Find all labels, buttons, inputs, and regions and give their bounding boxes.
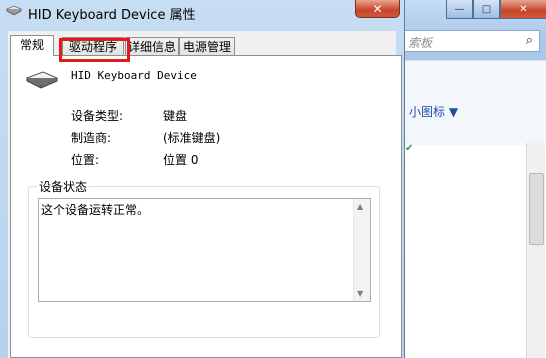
manufacturer-label: 制造商: xyxy=(71,131,112,145)
tab-general[interactable]: 常规 xyxy=(10,35,54,56)
search-placeholder: 索板 xyxy=(408,36,433,50)
keyboard-icon xyxy=(6,5,22,15)
properties-dialog: HID Keyboard Device 属性 ✕ 常规 驱动程序 详细信息 电源… xyxy=(0,0,405,358)
tab-power-management[interactable]: 电源管理 xyxy=(179,37,235,55)
driver-tab-highlight xyxy=(59,38,130,62)
location-value: 位置 0 xyxy=(163,153,199,167)
device-type-label: 设备类型: xyxy=(71,109,124,123)
scroll-down-icon[interactable]: ▼ xyxy=(357,289,363,298)
general-tab-panel: HID Keyboard Device 设备类型: 键盘 制造商: (标准键盘)… xyxy=(10,55,402,358)
window-title: HID Keyboard Device 属性 xyxy=(28,8,196,23)
dialog-client: 常规 驱动程序 详细信息 电源管理 HID Keyboard Device 设备… xyxy=(8,31,402,358)
status-scrollbar[interactable]: ▲ ▼ xyxy=(353,199,370,301)
check-icon: ✔ xyxy=(405,143,414,154)
tab-details[interactable]: 详细信息 xyxy=(125,37,179,55)
background-toolbar: 小图标 ▼ xyxy=(395,60,546,146)
location-label: 位置: xyxy=(71,153,100,167)
device-status-text: 这个设备运转正常。 xyxy=(41,203,150,217)
manufacturer-value: (标准键盘) xyxy=(163,131,221,145)
maximize-button[interactable]: □ xyxy=(473,0,500,19)
search-icon[interactable]: ⌕ xyxy=(526,33,533,48)
device-name: HID Keyboard Device xyxy=(71,69,197,82)
scroll-up-icon[interactable]: ▲ xyxy=(357,202,363,211)
scrollbar-thumb[interactable] xyxy=(529,173,544,245)
title-bar[interactable]: HID Keyboard Device 属性 ✕ xyxy=(0,0,404,24)
device-status-textbox[interactable]: 这个设备运转正常。 ▲ ▼ xyxy=(38,198,371,302)
device-type-value: 键盘 xyxy=(163,109,188,123)
device-status-group: 设备状态 这个设备运转正常。 ▲ ▼ xyxy=(28,178,380,338)
minimize-button[interactable]: — xyxy=(446,0,473,19)
close-button[interactable]: ✕ xyxy=(355,0,400,18)
search-input[interactable]: 索板 ⌕ xyxy=(395,30,540,52)
background-caption-buttons: — □ ✕ xyxy=(446,0,546,19)
background-close-button[interactable]: ✕ xyxy=(500,0,546,19)
background-scrollbar[interactable] xyxy=(526,143,545,358)
tab-strip: 常规 驱动程序 详细信息 电源管理 xyxy=(8,35,396,62)
background-content: ✔ xyxy=(395,143,546,358)
view-mode-dropdown[interactable]: 小图标 ▼ xyxy=(409,103,458,120)
keyboard-device-icon xyxy=(25,71,59,89)
device-status-label: 设备状态 xyxy=(37,178,90,195)
